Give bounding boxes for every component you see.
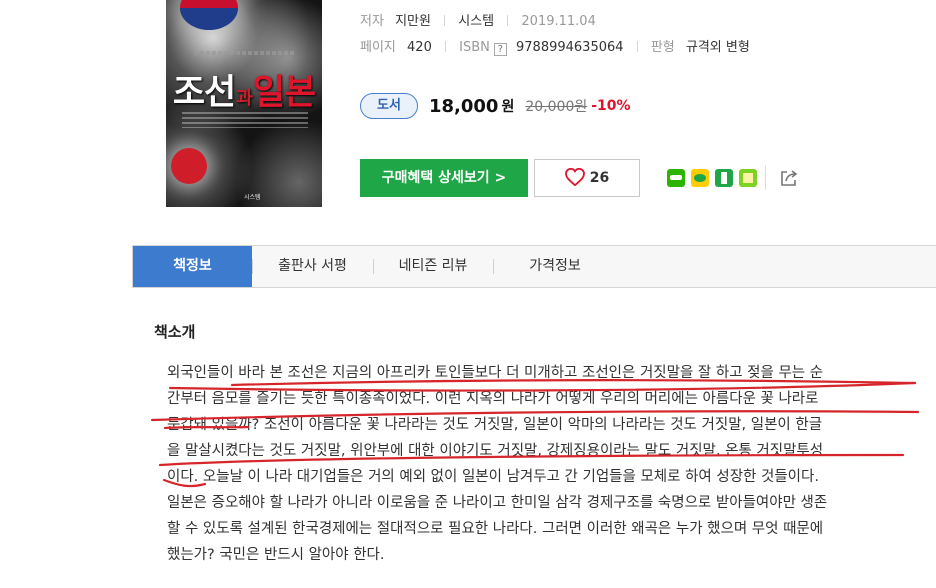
kakao-story-icon[interactable] [691, 169, 709, 187]
help-icon[interactable]: ? [493, 43, 507, 56]
purchase-benefits-button[interactable]: 구매혜택 상세보기 > [360, 159, 528, 197]
divider [765, 166, 766, 190]
intro-line: 했는가? 국민은 반드시 알아야 한다. [167, 547, 385, 563]
intro-line: 이다. 오늘날 이 나라 대기업들은 거의 예외 없이 일본이 남겨두고 간 기… [167, 469, 819, 485]
share-icon[interactable] [779, 168, 799, 188]
divider [444, 15, 446, 26]
divider [507, 15, 509, 26]
book-type-badge: 도서 [360, 93, 418, 119]
cover-subtitle-graphic [194, 51, 294, 55]
naver-blog-icon[interactable] [667, 169, 685, 187]
tab-netizen-review[interactable]: 네티즌 리뷰 [373, 246, 493, 287]
tab-publisher-review[interactable]: 출판사 서평 [252, 246, 373, 287]
like-count: 26 [589, 170, 610, 186]
tab-price-info[interactable]: 가격정보 [493, 246, 617, 287]
heart-icon [564, 167, 585, 187]
discount-rate: -10% [591, 98, 631, 114]
intro-line: 을 말살시켰다는 것도 거짓말, 위안부에 대한 이야기도 거짓말, 강제징용이… [167, 443, 824, 459]
intro-line: 간부터 음모를 즐기는 듯한 특이종족이었다. 이런 지옥의 나라가 어떻게 우… [167, 391, 819, 407]
original-price: 20,000원 [525, 99, 588, 115]
publish-date: 2019.11.04 [521, 14, 596, 29]
book-introduction: 외국인들이 바라 본 조선은 지금의 아프리카 토인들보다 더 미개하고 조선인… [167, 360, 927, 568]
japanese-flag-graphic [171, 148, 207, 184]
sale-price: 18,000 [429, 95, 499, 117]
price-unit: 원 [501, 99, 515, 115]
section-title: 책소개 [154, 323, 196, 341]
bookmark-icon[interactable] [715, 169, 733, 187]
book-detail-tabs: 책정보 출판사 서평 네티즌 리뷰 가격정보 [132, 245, 936, 288]
cover-blurb-graphic [182, 112, 308, 128]
author-link[interactable]: 지만원 [395, 14, 431, 29]
intro-line: 할 수 있도록 설계된 한국경제에는 절대적으로 필요한 나라다. 그러면 이러… [167, 521, 824, 537]
like-button[interactable]: 26 [534, 159, 640, 197]
publisher-link[interactable]: 시스템 [458, 14, 494, 29]
sns-share-group [667, 169, 757, 187]
isbn-value: 9788994635064 [516, 40, 624, 55]
book-meta-row-1: 저자 지만원 시스템 2019.11.04 [360, 10, 596, 29]
format-label: 판형 [650, 40, 675, 55]
tab-book-info[interactable]: 책정보 [133, 246, 252, 287]
divider [636, 41, 638, 52]
author-label: 저자 [360, 14, 384, 29]
cover-publisher: 시스템 [244, 194, 261, 201]
format-value: 규격외 변형 [685, 40, 750, 55]
memo-icon[interactable] [739, 169, 757, 187]
intro-line: 둔갑돼 있을까? 조선이 아름다운 꽃 나라라는 것도 거짓말, 일본이 악마의… [167, 417, 823, 433]
pages-value: 420 [407, 40, 432, 55]
divider [445, 41, 446, 52]
cover-title: 조선과일본 [172, 73, 316, 113]
intro-line: 일본은 증오해야 할 나라가 아니라 이로움을 준 나라이고 한미일 삼각 경제… [167, 495, 828, 511]
pages-label: 페이지 [360, 40, 396, 55]
intro-line: 외국인들이 바라 본 조선은 지금의 아프리카 토인들보다 더 미개하고 조선인… [167, 365, 824, 381]
book-meta-row-2: 페이지 420 ISBN? 9788994635064 판형 규격외 변형 [360, 36, 750, 56]
price-row: 도서 18,000 원 20,000원 -10% [360, 92, 631, 120]
isbn-label: ISBN [459, 40, 490, 55]
book-cover-image[interactable]: 조선과일본 시스템 [166, 0, 322, 207]
